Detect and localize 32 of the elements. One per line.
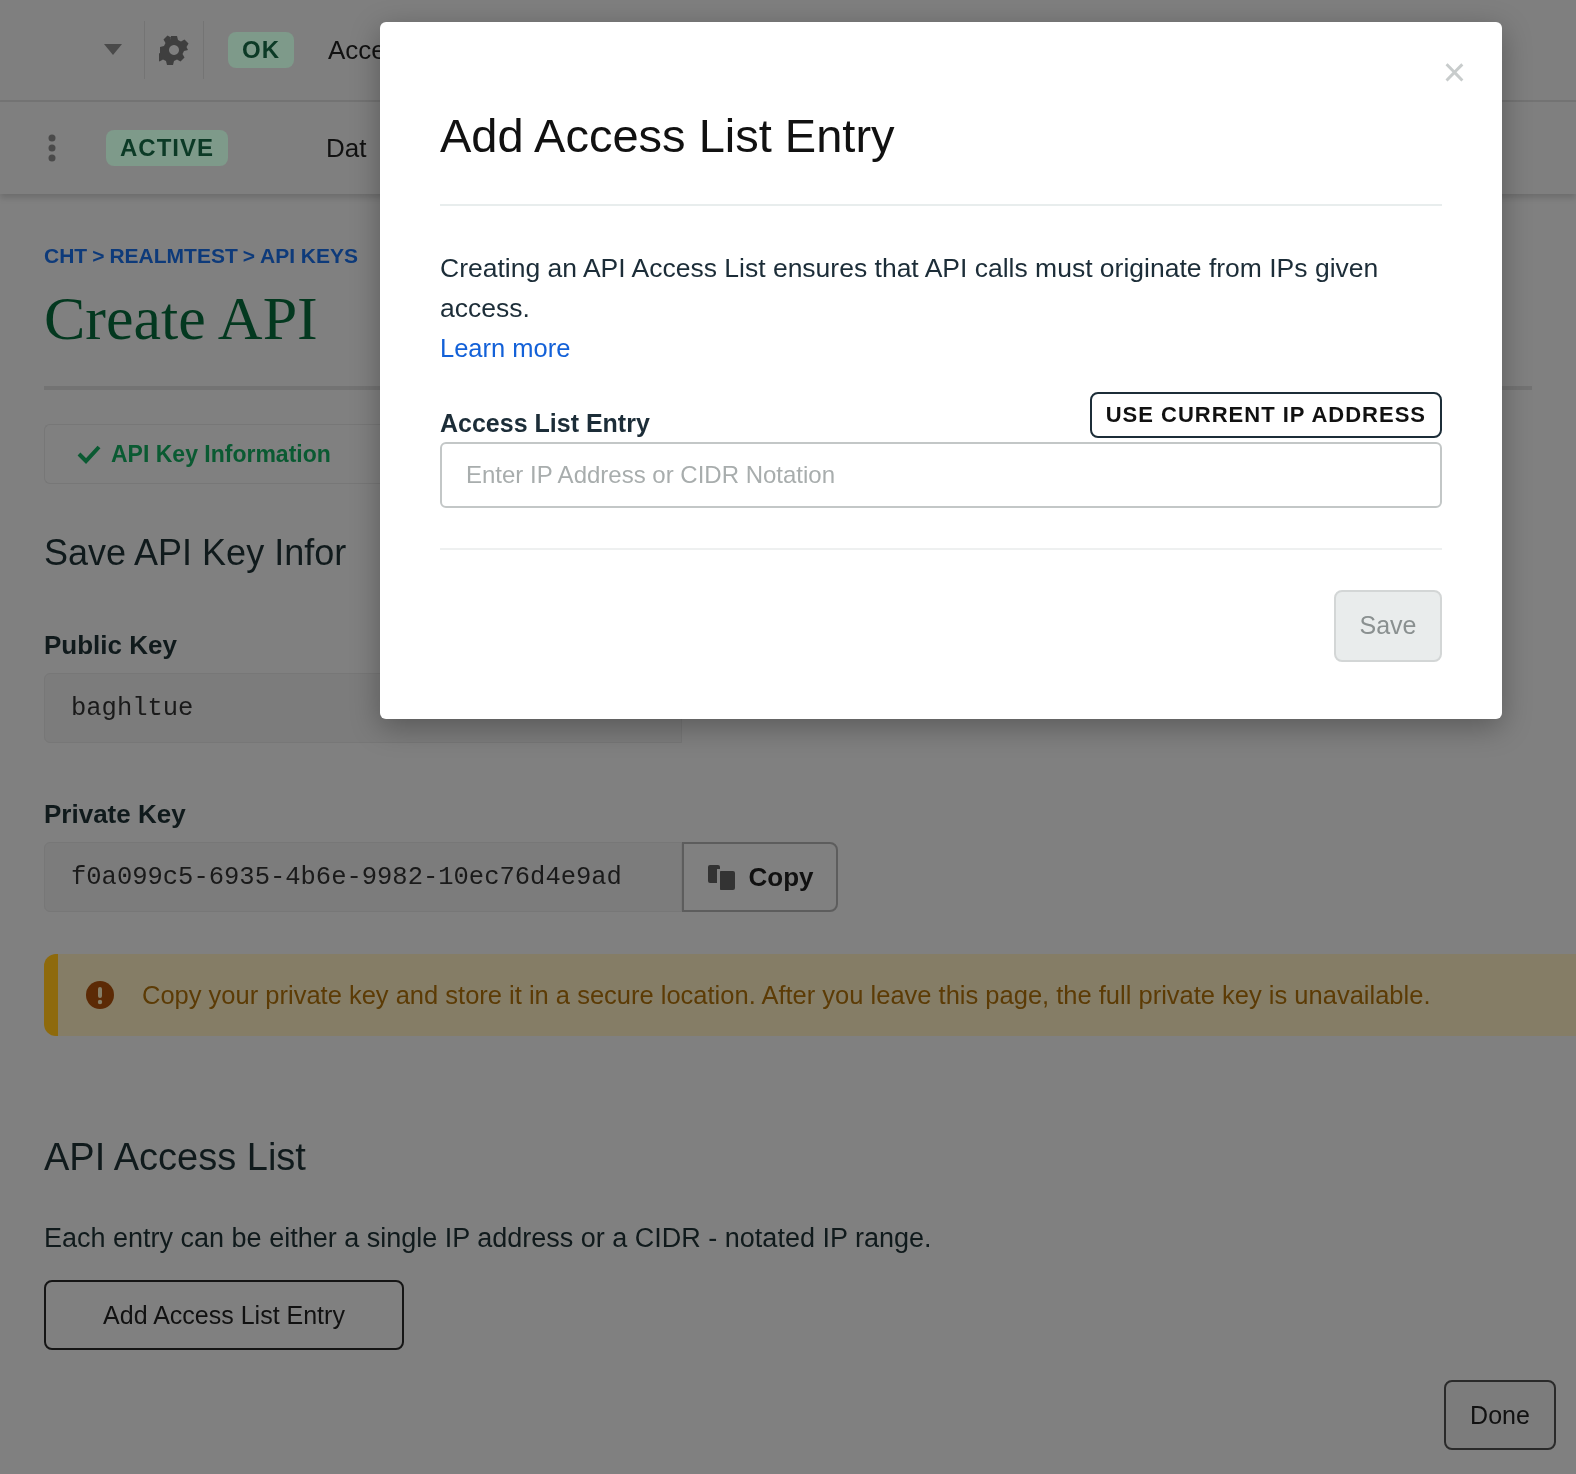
add-entry-button[interactable]: Add Access List Entry <box>44 1280 404 1351</box>
copy-icon <box>706 863 737 892</box>
step-label: API Key Information <box>111 440 331 468</box>
status-badge: ACTIVE <box>106 130 228 166</box>
field-label: Access List Entry <box>440 408 650 438</box>
use-current-ip-button[interactable]: USE CURRENT IP ADDRESS <box>1089 391 1442 438</box>
field-label: Public Key <box>44 630 177 662</box>
breadcrumb-separator: > <box>242 244 256 268</box>
warning-text: Copy your private key and store it in a secure location. After you leave this page, the full private key is unavailable. <box>142 980 1431 1010</box>
breadcrumb-separator: > <box>92 244 105 268</box>
learn-more-link[interactable]: Learn more <box>440 327 571 368</box>
settings-icon[interactable] <box>159 35 189 65</box>
ip-address-field[interactable]: Enter IP Address or CIDR Notation <box>440 441 1442 508</box>
done-button[interactable]: Done <box>1444 1380 1556 1450</box>
breadcrumb-link[interactable]: REALMTEST <box>109 244 238 268</box>
breadcrumb-link[interactable]: CHT <box>44 244 88 268</box>
page-title: Create API <box>44 284 318 353</box>
section-description: Each entry can be either a single IP address or a CIDR - notated IP range. <box>44 1223 932 1255</box>
nav-tab[interactable]: Dat <box>326 132 367 164</box>
more-icon[interactable] <box>48 134 56 162</box>
modal-title: Add Access List Entry <box>440 110 896 162</box>
private-key-field[interactable]: f0a099c5-6935-4b6e-9982-10ec76d4e9ad <box>44 842 682 913</box>
status-badge: OK <box>228 32 294 68</box>
caret-icon[interactable] <box>104 44 122 56</box>
breadcrumb-link[interactable]: API KEYS <box>260 244 359 268</box>
step-tab[interactable]: API Key Information <box>44 424 380 485</box>
section-title: Save API Key Infor <box>44 532 347 575</box>
modal-description: Creating an API Access List ensures that API calls must originate from IPs given access. <box>440 251 1380 325</box>
field-label: Private Key <box>44 799 186 831</box>
section-title: API Access List <box>44 1136 306 1180</box>
warning-icon <box>86 981 114 1010</box>
copy-button[interactable]: Copy <box>682 842 838 913</box>
